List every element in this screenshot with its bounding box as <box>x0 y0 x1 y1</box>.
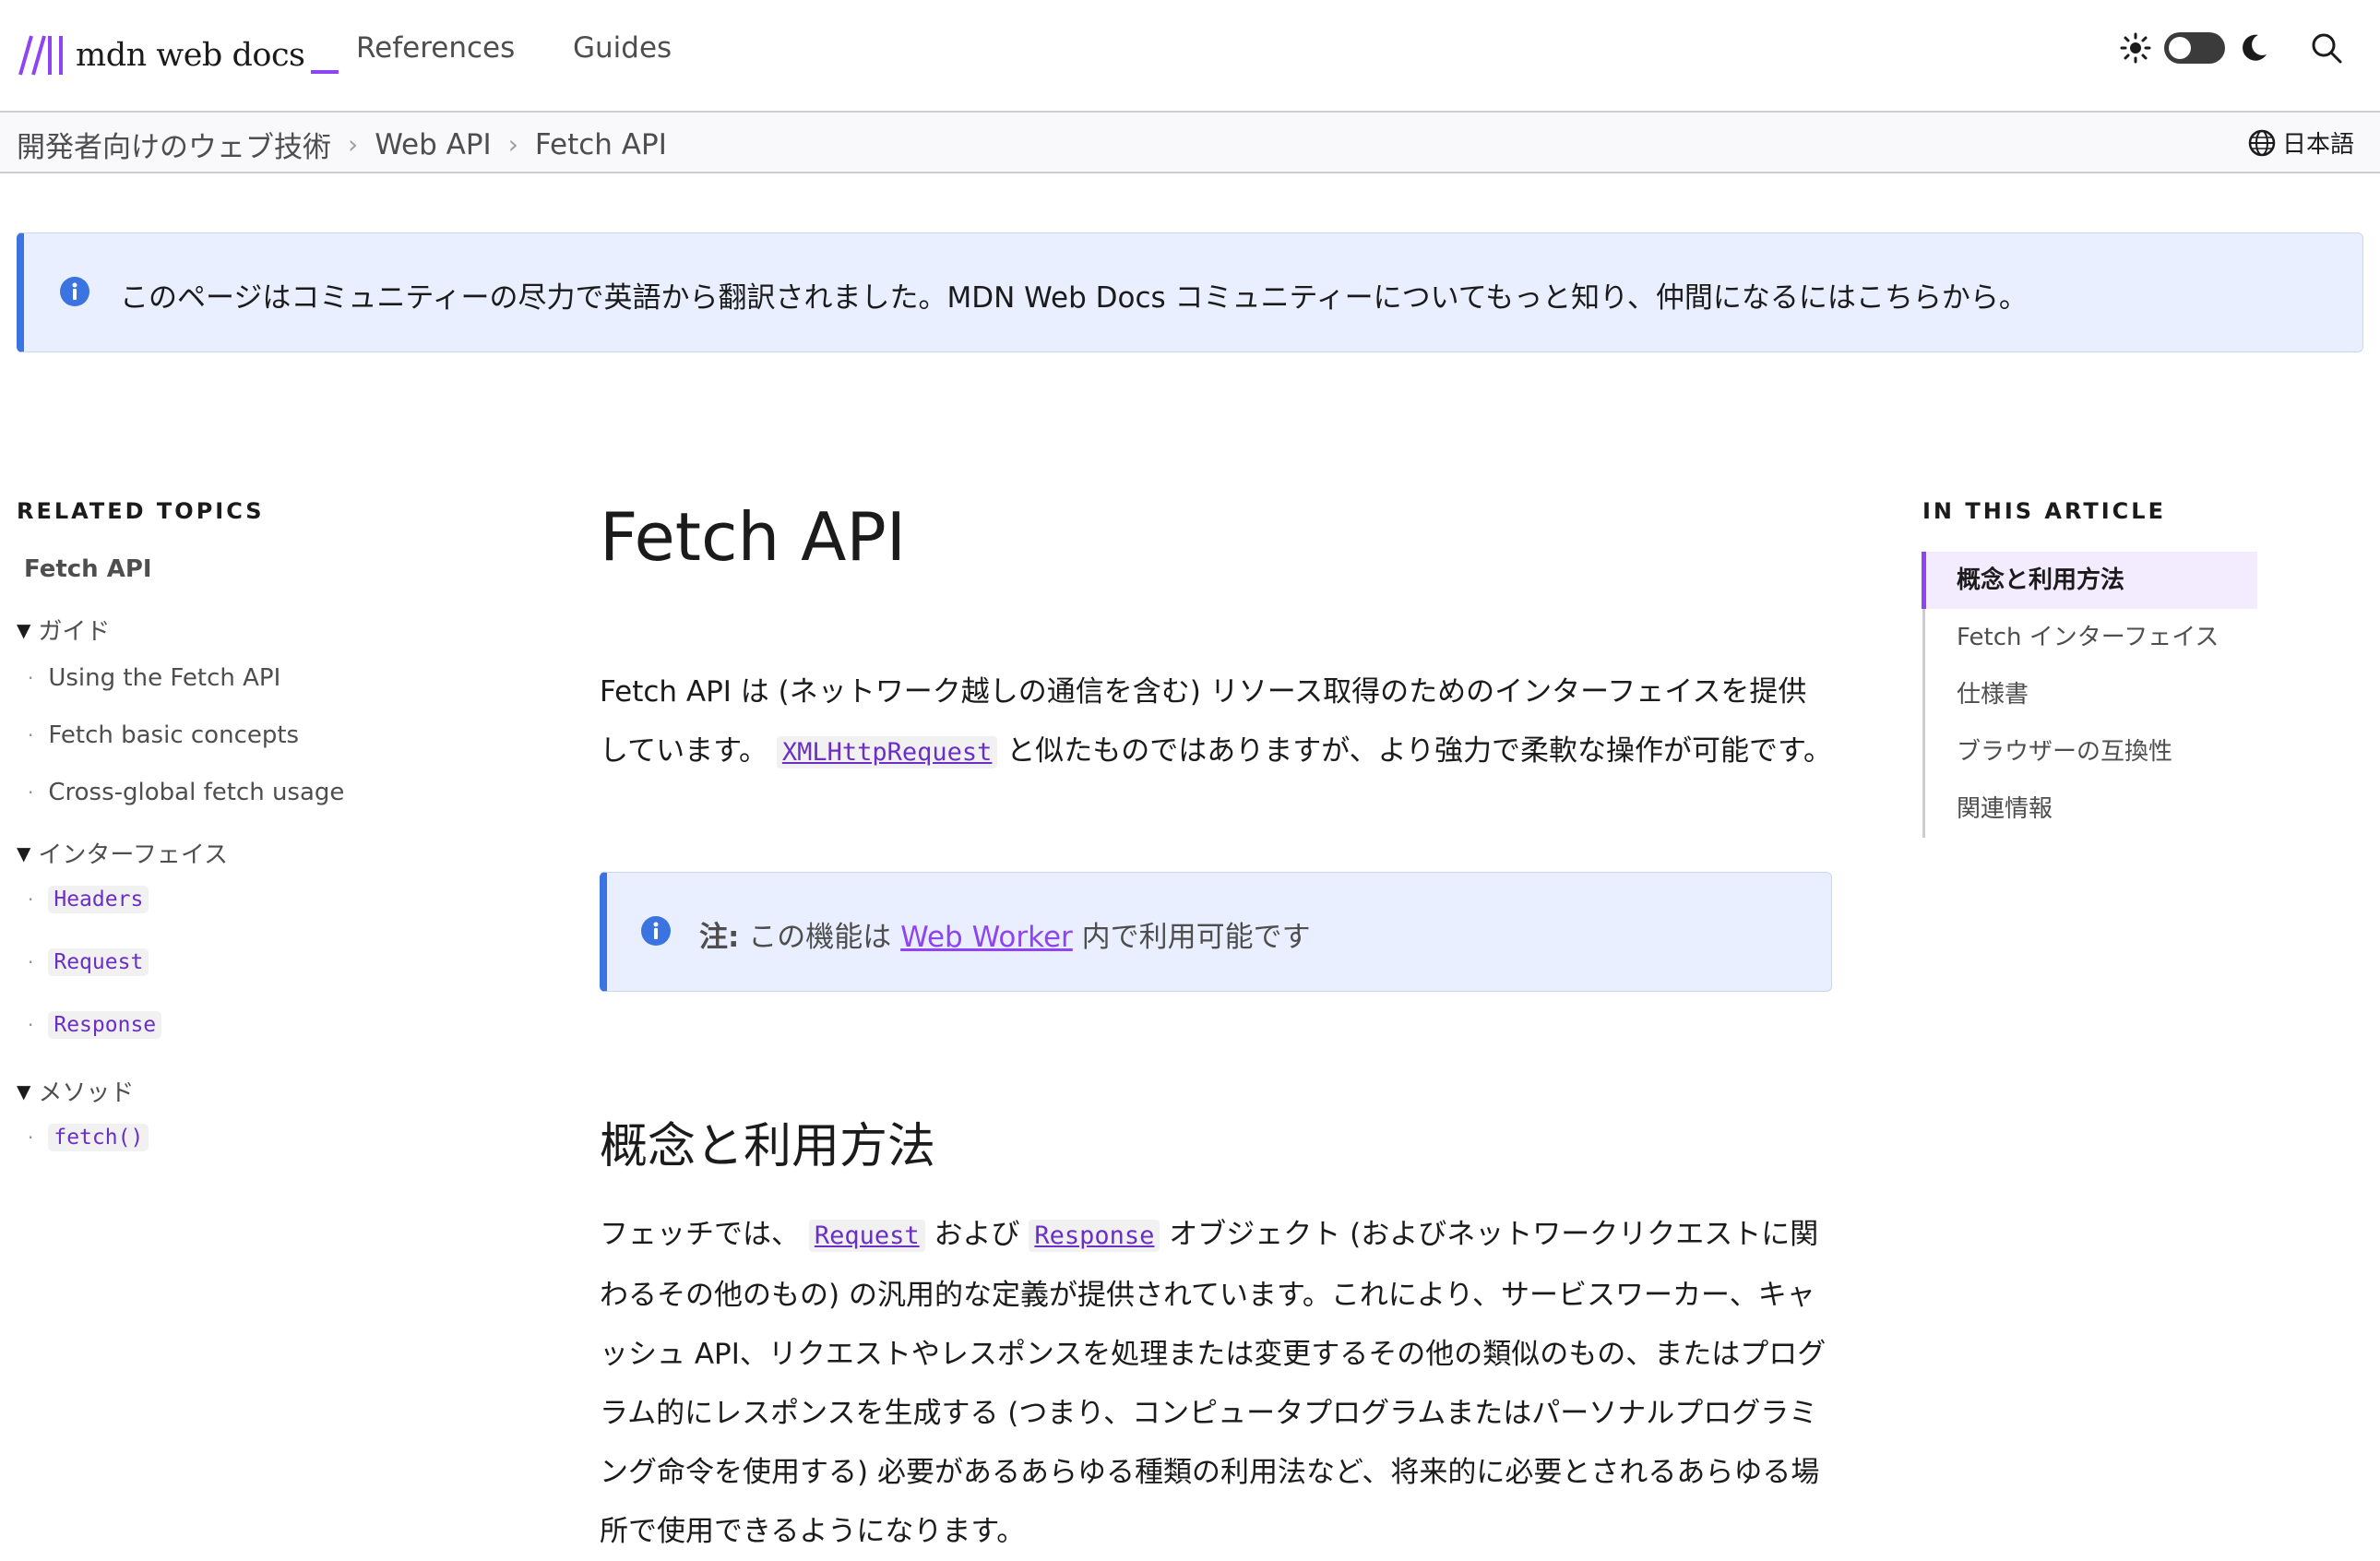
sidebar-item[interactable]: · Fetch basic concepts <box>28 721 299 749</box>
sidebar-item[interactable]: · Cross-global fetch usage <box>28 779 344 806</box>
bullet: · <box>28 1126 34 1149</box>
logo-text: mdn web docs <box>76 37 305 74</box>
notice-text[interactable]: このページはコミュニティーの尽力で英語から翻訳されました。MDN Web Doc… <box>120 274 2028 316</box>
note-before: この機能は <box>748 921 892 954</box>
section-text: フェッチでは、 <box>600 1218 800 1251</box>
info-icon <box>60 277 89 306</box>
breadcrumb-item[interactable]: Fetch API <box>535 128 667 161</box>
toc-item-concepts[interactable]: 概念と利用方法 <box>1922 552 2257 609</box>
logo-underscore <box>310 70 339 74</box>
sidebar-item-label: Headers <box>48 886 149 913</box>
toc-heading: IN THIS ARTICLE <box>1922 498 2166 524</box>
section-paragraph: フェッチでは、 Request および Response オブジェクト (および… <box>600 1205 1832 1561</box>
sidebar-item-label: Fetch basic concepts <box>48 721 300 749</box>
related-topics-sidebar: RELATED TOPICS Fetch API ▼ ガイド · Using th… <box>17 498 533 1151</box>
section-text: および <box>934 1218 1020 1251</box>
toc-list: 概念と利用方法 Fetch インターフェイス 仕様書 ブラウザーの互換性 関連情… <box>1922 552 2257 838</box>
web-worker-link[interactable]: Web Worker <box>900 921 1073 954</box>
sidebar-group-guides[interactable]: ▼ ガイド <box>17 613 110 647</box>
sidebar-item[interactable]: · Using the Fetch API <box>28 664 280 692</box>
bullet: · <box>28 667 34 689</box>
xmlhttprequest-link[interactable]: XMLHttpRequest <box>776 736 998 769</box>
breadcrumb-item[interactable]: Web API <box>375 128 491 161</box>
breadcrumb-bar: 開発者向けのウェブ技術 › Web API › Fetch API 日本語 <box>0 113 2380 173</box>
globe-icon <box>2248 129 2276 156</box>
group-label: ガイド <box>38 618 111 646</box>
bullet: · <box>28 781 34 804</box>
caret-down-icon: ▼ <box>17 841 31 864</box>
mdn-logo-icon <box>18 35 63 76</box>
note-text: 注: この機能は Web Worker 内で利用可能です <box>699 913 1311 955</box>
sidebar-heading: RELATED TOPICS <box>17 498 265 524</box>
toggle-knob <box>2169 37 2191 59</box>
sidebar-item[interactable]: · Headers <box>28 886 149 913</box>
page-title: Fetch API <box>600 498 907 576</box>
group-label: メソッド <box>38 1079 135 1107</box>
request-link[interactable]: Request <box>808 1220 925 1252</box>
bullet: · <box>28 951 34 973</box>
sidebar-item-label: fetch() <box>48 1124 149 1151</box>
note-label: 注: <box>699 921 740 954</box>
search-icon[interactable] <box>2310 31 2343 65</box>
sidebar-item[interactable]: · Request <box>28 948 149 976</box>
bullet: · <box>28 888 34 911</box>
sidebar-item[interactable]: · Response <box>28 1011 162 1039</box>
header-tools <box>2120 31 2343 65</box>
chevron-right-icon: › <box>348 129 359 160</box>
sidebar-item-label: Request <box>48 948 149 976</box>
site-header: mdn web docs References Guides <box>0 0 2380 113</box>
toc-item-see-also[interactable]: 関連情報 <box>1925 780 2257 838</box>
intro-text: と似たものではありますが、より強力で柔軟な操作が可能です。 <box>1006 734 1832 768</box>
language-label: 日本語 <box>2281 131 2354 159</box>
translation-notice: このページはコミュニティーの尽力で英語から翻訳されました。MDN Web Doc… <box>17 232 2363 352</box>
chevron-right-icon: › <box>507 129 518 160</box>
caret-down-icon: ▼ <box>17 1079 31 1102</box>
intro-paragraph: Fetch API は (ネットワーク越しの通信を含む) リソース取得のためのイ… <box>600 662 1832 782</box>
sidebar-item-label: Using the Fetch API <box>48 664 281 692</box>
toc-item-interfaces[interactable]: Fetch インターフェイス <box>1925 609 2257 666</box>
sidebar-group-interfaces[interactable]: ▼ インターフェイス <box>17 836 228 870</box>
breadcrumb: 開発者向けのウェブ技術 › Web API › Fetch API <box>17 124 667 165</box>
table-of-contents: IN THIS ARTICLE 概念と利用方法 Fetch インターフェイス 仕… <box>1922 498 2257 838</box>
sidebar-item[interactable]: · fetch() <box>28 1124 149 1151</box>
note-after: 内で利用可能です <box>1081 921 1311 954</box>
toc-item-specifications[interactable]: 仕様書 <box>1925 666 2257 723</box>
section-text: オブジェクト (およびネットワークリクエストに関わるその他のもの) の汎用的な定… <box>600 1218 1827 1548</box>
language-switcher[interactable]: 日本語 <box>2247 125 2354 160</box>
moon-icon <box>2238 32 2269 64</box>
nav-guides[interactable]: Guides <box>573 31 672 65</box>
section-heading: 概念と利用方法 <box>600 1119 936 1174</box>
bullet: · <box>28 1014 34 1036</box>
sidebar-group-methods[interactable]: ▼ メソッド <box>17 1074 134 1108</box>
caret-down-icon: ▼ <box>17 618 31 641</box>
breadcrumb-item[interactable]: 開発者向けのウェブ技術 <box>17 124 331 165</box>
sidebar-title[interactable]: Fetch API <box>24 555 533 583</box>
info-icon <box>641 916 671 946</box>
theme-toggle[interactable] <box>2164 32 2225 64</box>
nav-references[interactable]: References <box>356 31 515 65</box>
mdn-logo[interactable]: mdn web docs <box>17 30 339 81</box>
bullet: · <box>28 724 34 746</box>
note-callout: 注: この機能は Web Worker 内で利用可能です <box>600 872 1832 992</box>
group-label: インターフェイス <box>38 841 229 869</box>
sidebar-item-label: Cross-global fetch usage <box>48 779 345 806</box>
response-link[interactable]: Response <box>1029 1220 1160 1252</box>
sidebar-item-label: Response <box>48 1011 162 1039</box>
sun-icon <box>2120 32 2151 64</box>
toc-item-compatibility[interactable]: ブラウザーの互換性 <box>1925 723 2257 780</box>
